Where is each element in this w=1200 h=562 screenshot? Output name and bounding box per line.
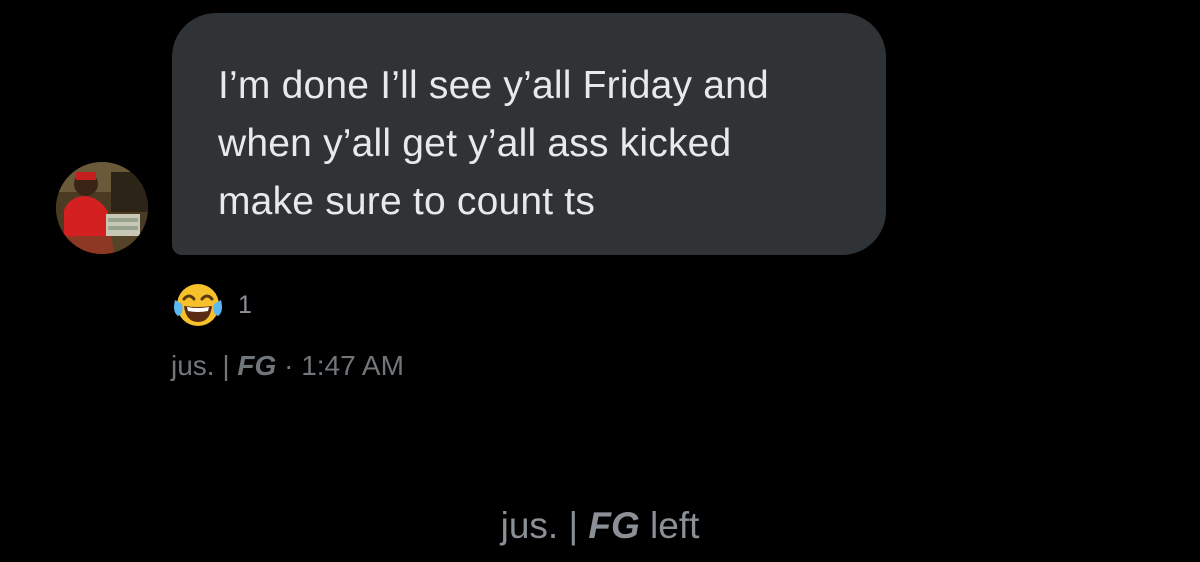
message-bubble[interactable]: I’m done I’ll see y’all Friday and when … xyxy=(172,13,886,255)
reaction-count: 1 xyxy=(238,290,252,319)
message-text-line: make sure to count ts xyxy=(218,180,596,223)
event-user-tag: FG xyxy=(588,505,640,546)
avatar-photo xyxy=(56,162,148,254)
reaction-chip[interactable]: 1 xyxy=(172,282,252,328)
event-text: left xyxy=(639,505,700,546)
message-text-line: when y’all get y’all ass kicked xyxy=(218,122,732,165)
message-timestamp: 1:47 AM xyxy=(301,350,404,381)
event-user-name: jus. | xyxy=(500,505,589,546)
message-meta: jus. | FG · 1:47 AM xyxy=(171,350,404,382)
tears-of-joy-icon xyxy=(174,284,222,326)
meta-separator: · xyxy=(276,350,302,381)
sender-name-tag: FG xyxy=(237,350,277,381)
sender-name: jus. | xyxy=(171,350,238,381)
system-event-left: jus. | FG left xyxy=(0,505,1200,547)
sender-avatar[interactable] xyxy=(56,162,148,254)
message-text-line: I’m done I’ll see y’all Friday and xyxy=(218,64,769,107)
